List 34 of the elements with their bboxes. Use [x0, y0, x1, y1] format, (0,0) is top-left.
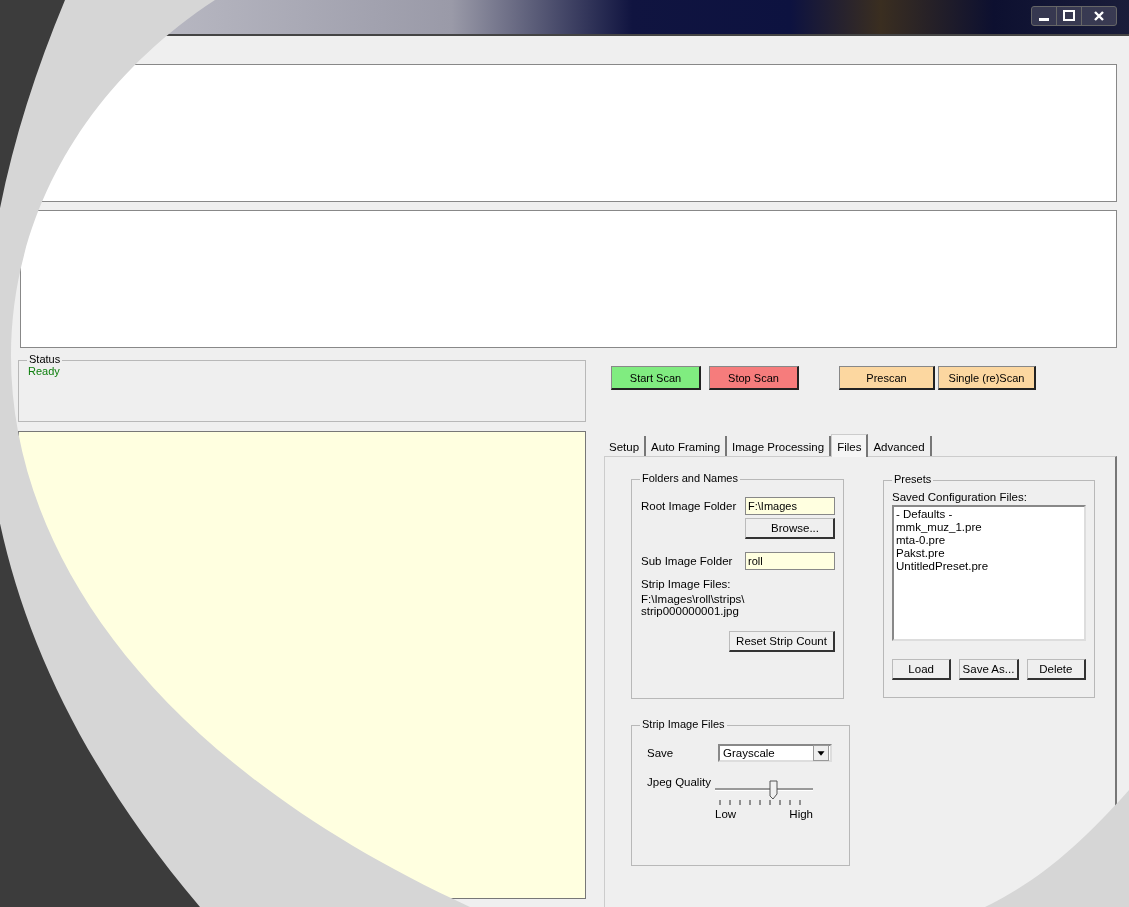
slider-max-label: High — [789, 808, 813, 820]
slider-min-label: Low — [715, 808, 737, 820]
scan-button[interactable]: Stop Scan — [709, 366, 799, 390]
field-label: Root Image Folder — [641, 500, 737, 512]
list-item[interactable]: mmk_muz_1.pre — [896, 521, 1082, 534]
group-title: Status — [27, 353, 63, 365]
strip-files-label: Strip Image Files: — [641, 578, 732, 590]
scan-button[interactable]: Prescan — [839, 366, 935, 390]
field-label: Save — [647, 747, 675, 759]
browse-button[interactable]: Browse... — [745, 518, 835, 539]
strip-path: F:\Images\roll\strips\ — [641, 593, 746, 605]
field-label: Sub Image Folder — [641, 555, 733, 567]
group-title: Strip Image Files — [640, 718, 727, 730]
list-item[interactable]: - Defaults - — [896, 508, 1082, 521]
tab[interactable]: Files — [831, 434, 869, 457]
field-label: Jpeg Quality — [647, 776, 712, 790]
preset-button[interactable]: Save As... — [959, 659, 1019, 680]
list-item[interactable]: UntitledPreset.pre — [896, 560, 1082, 573]
input-field[interactable]: roll — [745, 552, 835, 570]
input-field[interactable]: F:\Images — [745, 497, 835, 515]
list-item[interactable]: mta-0.pre — [896, 534, 1082, 547]
scan-button[interactable]: Single (re)Scan — [938, 366, 1036, 390]
scan-button[interactable]: Start Scan — [611, 366, 701, 390]
group-title: Presets — [892, 473, 934, 485]
group-title: Folders and Names — [640, 472, 740, 484]
list-item[interactable]: Pakst.pre — [896, 547, 1082, 560]
preset-button[interactable]: Delete — [1026, 659, 1086, 680]
preset-button[interactable]: Load — [892, 659, 952, 680]
reset-button[interactable]: Reset Strip Count — [729, 631, 835, 652]
list-label: Saved Configuration Files: — [892, 491, 1028, 503]
save-dropdown[interactable]: Grayscale — [718, 744, 832, 762]
status-text: Ready — [28, 365, 61, 377]
strip-file-name: strip000000001.jpg — [641, 605, 740, 617]
slider-thumb[interactable] — [768, 780, 779, 800]
